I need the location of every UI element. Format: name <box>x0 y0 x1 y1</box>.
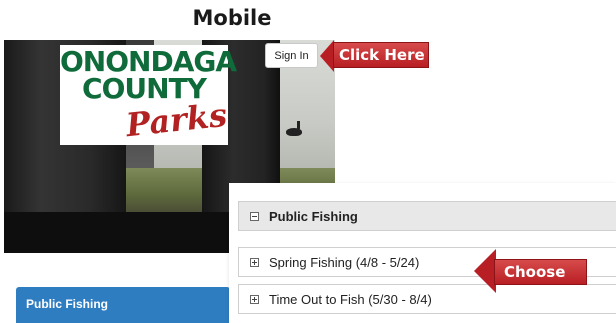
expand-icon[interactable] <box>250 258 259 267</box>
accordion-header-public-fishing[interactable]: Public Fishing <box>238 201 616 231</box>
callout-arrow-left-icon <box>474 249 496 293</box>
fishing-accordion: Public Fishing Spring Fishing (4/8 - 5/2… <box>229 183 616 323</box>
page-title: Mobile <box>192 6 272 30</box>
choose-text: Choose <box>504 263 566 281</box>
accordion-item-label: Spring Fishing (4/8 - 5/24) <box>269 255 420 270</box>
public-fishing-bar[interactable]: Public Fishing <box>16 287 230 323</box>
click-here-text: Click Here <box>339 46 425 64</box>
sign-in-button[interactable]: Sign In <box>265 43 318 68</box>
callout-arrow-left-icon <box>320 40 334 72</box>
accordion-header-label: Public Fishing <box>269 209 358 224</box>
accordion-item-label: Time Out to Fish (5/30 - 8/4) <box>269 292 432 307</box>
collapse-icon[interactable] <box>250 212 259 221</box>
accordion-item-time-out-to-fish[interactable]: Time Out to Fish (5/30 - 8/4) <box>238 284 616 314</box>
logo-line-onondaga: ONONDAGA <box>60 45 237 78</box>
goose-figure <box>286 121 302 136</box>
onondaga-county-parks-logo[interactable]: ONONDAGA COUNTY Parks <box>60 45 237 145</box>
expand-icon[interactable] <box>250 295 259 304</box>
